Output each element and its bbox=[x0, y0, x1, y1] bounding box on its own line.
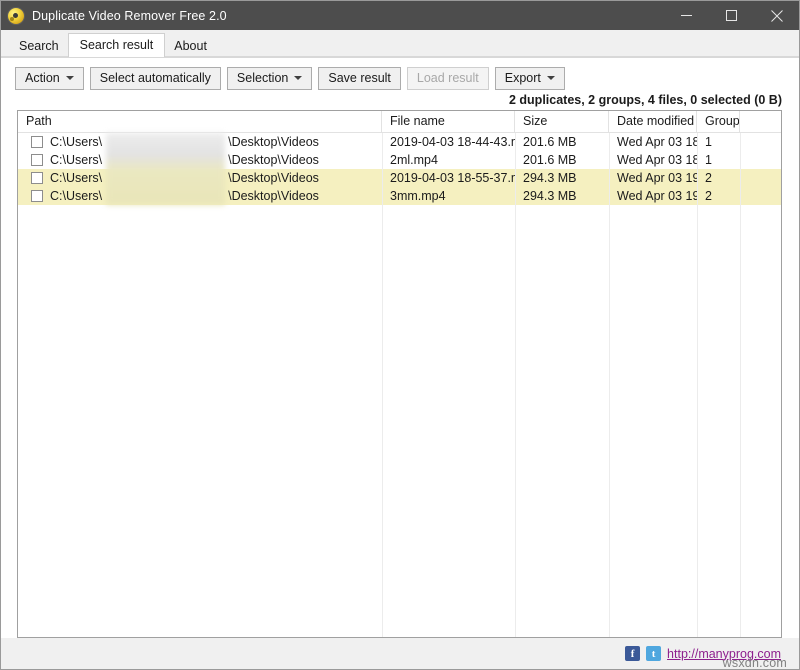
cell-path-prefix: C:\Users\ bbox=[50, 135, 103, 149]
twitter-icon[interactable]: t bbox=[646, 646, 662, 661]
maximize-icon bbox=[726, 10, 737, 21]
row-checkbox[interactable] bbox=[31, 172, 43, 184]
cell-size: 201.6 MB bbox=[523, 135, 577, 149]
cell-size: 201.6 MB bbox=[523, 153, 577, 167]
cell-path-suffix: \Desktop\Videos bbox=[228, 153, 319, 167]
results-list[interactable]: Path File name Size Date modified Group … bbox=[17, 110, 782, 638]
save-result-label: Save result bbox=[328, 71, 391, 85]
results-list-body: C:\Users\ \Desktop\Videos 2019-04-03 18-… bbox=[18, 133, 781, 205]
row-checkbox[interactable] bbox=[31, 154, 43, 166]
chevron-down-icon bbox=[546, 76, 555, 80]
duplicates-summary: 2 duplicates, 2 groups, 4 files, 0 selec… bbox=[508, 93, 782, 107]
column-separator bbox=[609, 133, 610, 637]
action-button[interactable]: Action bbox=[15, 66, 84, 90]
summary-row: 2 duplicates, 2 groups, 4 files, 0 selec… bbox=[1, 90, 799, 110]
chevron-down-icon bbox=[294, 76, 303, 80]
table-row[interactable]: C:\Users\ \Desktop\Videos 3mm.mp4 294.3 … bbox=[18, 187, 781, 205]
website-link[interactable]: http://manyprog.com bbox=[667, 647, 781, 661]
app-disc-icon bbox=[8, 7, 24, 24]
close-button[interactable] bbox=[754, 1, 799, 30]
select-automatically-button[interactable]: Select automatically bbox=[89, 66, 221, 90]
column-separator bbox=[697, 133, 698, 637]
row-checkbox[interactable] bbox=[31, 190, 43, 202]
chevron-down-icon bbox=[65, 76, 74, 80]
column-header-size[interactable]: Size bbox=[515, 111, 609, 132]
column-header-filler bbox=[740, 111, 780, 132]
cell-date-modified: Wed Apr 03 18... bbox=[617, 135, 697, 149]
cell-path[interactable]: C:\Users\ \Desktop\Videos bbox=[18, 187, 382, 205]
column-header-path[interactable]: Path bbox=[18, 111, 382, 132]
cell-path-prefix: C:\Users\ bbox=[50, 171, 103, 185]
cell-path-suffix: \Desktop\Videos bbox=[228, 189, 319, 203]
column-separator bbox=[382, 133, 383, 637]
cell-group: 2 bbox=[705, 171, 712, 185]
cell-file-name: 2019-04-03 18-44-43.mp4 bbox=[390, 135, 515, 149]
maximize-button[interactable] bbox=[709, 1, 754, 30]
window-title: Duplicate Video Remover Free 2.0 bbox=[32, 8, 227, 23]
column-header-group[interactable]: Group bbox=[697, 111, 740, 132]
cell-file-name: 2019-04-03 18-55-37.mp4 bbox=[390, 171, 515, 185]
results-toolbar: Action Select automatically Selection Sa… bbox=[1, 58, 799, 90]
load-result-button: Load result bbox=[406, 66, 489, 90]
save-result-button[interactable]: Save result bbox=[318, 66, 401, 90]
facebook-icon[interactable]: f bbox=[625, 646, 641, 661]
cell-path-prefix: C:\Users\ bbox=[50, 189, 103, 203]
minimize-icon bbox=[681, 15, 692, 16]
column-separators bbox=[18, 133, 781, 637]
column-header-file-name[interactable]: File name bbox=[382, 111, 515, 132]
application-window: Duplicate Video Remover Free 2.0 Search … bbox=[0, 0, 800, 670]
cell-size: 294.3 MB bbox=[523, 189, 577, 203]
table-row[interactable]: C:\Users\ \Desktop\Videos 2ml.mp4 201.6 … bbox=[18, 151, 781, 169]
cell-date-modified: Wed Apr 03 18... bbox=[617, 153, 697, 167]
tab-strip: Search Search result About bbox=[1, 30, 799, 57]
minimize-button[interactable] bbox=[664, 1, 709, 30]
close-icon bbox=[770, 9, 783, 22]
cell-filler bbox=[740, 133, 780, 151]
cell-path-prefix: C:\Users\ bbox=[50, 153, 103, 167]
footer-bar: f t http://manyprog.com wsxdn.com bbox=[1, 638, 799, 670]
cell-file-name: 3mm.mp4 bbox=[390, 189, 446, 203]
cell-path[interactable]: C:\Users\ \Desktop\Videos bbox=[18, 169, 382, 187]
cell-path[interactable]: C:\Users\ \Desktop\Videos bbox=[18, 151, 382, 169]
column-separator bbox=[740, 133, 741, 637]
tab-search[interactable]: Search bbox=[9, 35, 69, 57]
cell-date-modified: Wed Apr 03 19... bbox=[617, 171, 697, 185]
cell-path-suffix: \Desktop\Videos bbox=[228, 171, 319, 185]
search-result-pane: Action Select automatically Selection Sa… bbox=[1, 57, 799, 638]
export-button[interactable]: Export bbox=[494, 66, 565, 90]
cell-file-name: 2ml.mp4 bbox=[390, 153, 438, 167]
row-checkbox[interactable] bbox=[31, 136, 43, 148]
export-button-label: Export bbox=[504, 71, 541, 85]
action-button-label: Action bbox=[25, 71, 60, 85]
table-row[interactable]: C:\Users\ \Desktop\Videos 2019-04-03 18-… bbox=[18, 169, 781, 187]
cell-group: 1 bbox=[705, 153, 712, 167]
cell-date-modified: Wed Apr 03 19... bbox=[617, 189, 697, 203]
column-header-date-modified[interactable]: Date modified bbox=[609, 111, 697, 132]
results-list-header: Path File name Size Date modified Group bbox=[18, 111, 781, 133]
cell-size: 294.3 MB bbox=[523, 171, 577, 185]
cell-group: 2 bbox=[705, 189, 712, 203]
title-bar: Duplicate Video Remover Free 2.0 bbox=[1, 1, 799, 30]
table-row[interactable]: C:\Users\ \Desktop\Videos 2019-04-03 18-… bbox=[18, 133, 781, 151]
window-controls bbox=[664, 1, 799, 30]
tab-about[interactable]: About bbox=[164, 35, 217, 57]
selection-button[interactable]: Selection bbox=[226, 66, 313, 90]
column-separator bbox=[515, 133, 516, 637]
select-automatically-label: Select automatically bbox=[99, 71, 211, 85]
selection-button-label: Selection bbox=[236, 71, 289, 85]
cell-filler bbox=[740, 187, 780, 205]
load-result-label: Load result bbox=[416, 71, 479, 85]
cell-group: 1 bbox=[705, 135, 712, 149]
cell-filler bbox=[740, 151, 780, 169]
cell-filler bbox=[740, 169, 780, 187]
cell-path-suffix: \Desktop\Videos bbox=[228, 135, 319, 149]
cell-path[interactable]: C:\Users\ \Desktop\Videos bbox=[18, 133, 382, 151]
tab-search-result[interactable]: Search result bbox=[67, 33, 166, 57]
